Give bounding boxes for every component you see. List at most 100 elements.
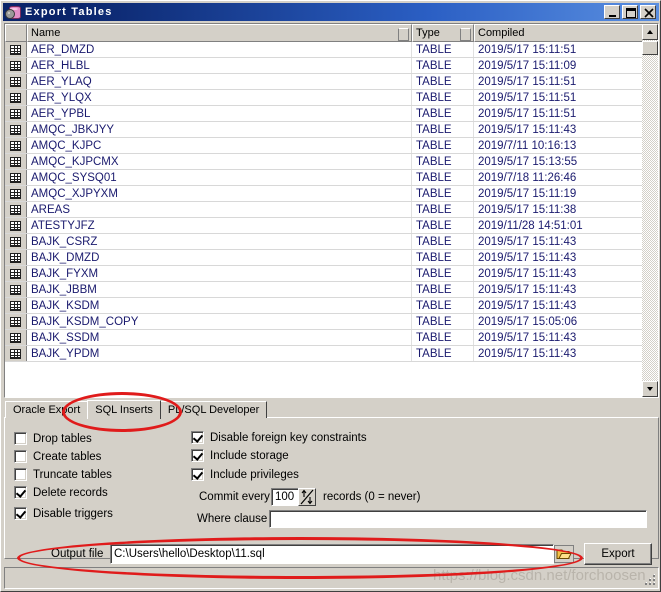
tab-pl-sql-developer[interactable]: PL/SQL Developer: [159, 401, 268, 418]
commit-every-spinner[interactable]: [298, 488, 316, 506]
table-row[interactable]: AER_YLAQ TABLE 2019/5/17 15:11:51: [5, 74, 658, 90]
row-indicator-cell[interactable]: [5, 122, 27, 137]
delete-records-checkbox-box[interactable]: [14, 486, 27, 499]
checkbox-disable-triggers[interactable]: Disable triggers: [14, 507, 113, 520]
row-indicator-cell[interactable]: [5, 138, 27, 153]
column-resize-grip-type[interactable]: [460, 28, 471, 41]
cell-type[interactable]: TABLE: [412, 282, 474, 297]
tables-grid[interactable]: Name Type Compiled AER_DMZD TABLE 2019/5/1…: [4, 23, 659, 398]
scrollbar-thumb[interactable]: [642, 41, 658, 55]
cell-type[interactable]: TABLE: [412, 314, 474, 329]
scroll-down-button[interactable]: [642, 381, 658, 397]
cell-compiled[interactable]: 2019/5/17 15:11:43: [474, 346, 658, 361]
cell-type[interactable]: TABLE: [412, 330, 474, 345]
checkbox-delete-records[interactable]: Delete records: [14, 486, 108, 499]
cell-name[interactable]: ATESTYJFZ: [27, 218, 412, 233]
cell-compiled[interactable]: 2019/5/17 15:11:51: [474, 42, 658, 57]
cell-name[interactable]: AER_DMZD: [27, 42, 412, 57]
cell-type[interactable]: TABLE: [412, 298, 474, 313]
cell-name[interactable]: AMQC_KJPCMX: [27, 154, 412, 169]
cell-compiled[interactable]: 2019/7/18 11:26:46: [474, 170, 658, 185]
row-indicator-cell[interactable]: [5, 346, 27, 361]
table-row[interactable]: AREAS TABLE 2019/5/17 15:11:38: [5, 202, 658, 218]
column-header-indicator[interactable]: [5, 24, 27, 42]
table-row[interactable]: AMQC_KJPC TABLE 2019/7/11 10:16:13: [5, 138, 658, 154]
table-row[interactable]: AMQC_KJPCMX TABLE 2019/5/17 15:13:55: [5, 154, 658, 170]
cell-compiled[interactable]: 2019/5/17 15:05:06: [474, 314, 658, 329]
cell-compiled[interactable]: 2019/5/17 15:11:43: [474, 266, 658, 281]
table-row[interactable]: AMQC_SYSQ01 TABLE 2019/7/18 11:26:46: [5, 170, 658, 186]
cell-type[interactable]: TABLE: [412, 58, 474, 73]
row-indicator-cell[interactable]: [5, 58, 27, 73]
tab-sql-inserts[interactable]: SQL Inserts: [87, 400, 161, 419]
table-row[interactable]: AMQC_JBKJYY TABLE 2019/5/17 15:11:43: [5, 122, 658, 138]
cell-name[interactable]: BAJK_FYXM: [27, 266, 412, 281]
row-indicator-cell[interactable]: [5, 202, 27, 217]
disable-triggers-checkbox-box[interactable]: [14, 507, 27, 520]
checkbox-truncate-tables[interactable]: Truncate tables: [14, 468, 112, 481]
cell-compiled[interactable]: 2019/5/17 15:11:19: [474, 186, 658, 201]
table-row[interactable]: BAJK_FYXM TABLE 2019/5/17 15:11:43: [5, 266, 658, 282]
cell-name[interactable]: AER_YLAQ: [27, 74, 412, 89]
checkbox-disable-foreign-key-constraints[interactable]: Disable foreign key constraints: [191, 431, 367, 444]
column-header-compiled[interactable]: Compiled: [474, 24, 658, 42]
close-button[interactable]: [640, 5, 656, 19]
cell-name[interactable]: BAJK_DMZD: [27, 250, 412, 265]
column-resize-grip-name[interactable]: [398, 28, 409, 41]
cell-type[interactable]: TABLE: [412, 202, 474, 217]
table-row[interactable]: AER_YLQX TABLE 2019/5/17 15:11:51: [5, 90, 658, 106]
table-row[interactable]: BAJK_KSDM TABLE 2019/5/17 15:11:43: [5, 298, 658, 314]
truncate-tables-checkbox-box[interactable]: [14, 468, 27, 481]
create-tables-checkbox-box[interactable]: [14, 450, 27, 463]
row-indicator-cell[interactable]: [5, 90, 27, 105]
scroll-up-button[interactable]: [642, 24, 658, 40]
cell-type[interactable]: TABLE: [412, 90, 474, 105]
row-indicator-cell[interactable]: [5, 170, 27, 185]
output-file-input[interactable]: C:\Users\hello\Desktop\11.sql: [110, 544, 554, 564]
resize-grip-icon[interactable]: [643, 573, 657, 587]
cell-type[interactable]: TABLE: [412, 42, 474, 57]
cell-compiled[interactable]: 2019/5/17 15:11:51: [474, 106, 658, 121]
cell-name[interactable]: BAJK_KSDM: [27, 298, 412, 313]
cell-name[interactable]: BAJK_JBBM: [27, 282, 412, 297]
cell-name[interactable]: BAJK_SSDM: [27, 330, 412, 345]
grid-vertical-scrollbar[interactable]: [642, 24, 658, 397]
cell-type[interactable]: TABLE: [412, 266, 474, 281]
cell-compiled[interactable]: 2019/7/11 10:16:13: [474, 138, 658, 153]
export-button[interactable]: Export: [584, 543, 652, 565]
checkbox-include-privileges[interactable]: Include privileges: [191, 468, 299, 481]
row-indicator-cell[interactable]: [5, 266, 27, 281]
cell-compiled[interactable]: 2019/5/17 15:11:43: [474, 298, 658, 313]
cell-compiled[interactable]: 2019/5/17 15:11:43: [474, 122, 658, 137]
cell-compiled[interactable]: 2019/5/17 15:11:51: [474, 74, 658, 89]
cell-name[interactable]: AER_HLBL: [27, 58, 412, 73]
cell-compiled[interactable]: 2019/5/17 15:11:09: [474, 58, 658, 73]
table-row[interactable]: BAJK_DMZD TABLE 2019/5/17 15:11:43: [5, 250, 658, 266]
row-indicator-cell[interactable]: [5, 314, 27, 329]
table-row[interactable]: AER_HLBL TABLE 2019/5/17 15:11:09: [5, 58, 658, 74]
row-indicator-cell[interactable]: [5, 106, 27, 121]
drop-tables-checkbox-box[interactable]: [14, 432, 27, 445]
open-folder-icon[interactable]: [554, 545, 574, 563]
tab-oracle-export[interactable]: Oracle Export: [5, 401, 89, 418]
table-row[interactable]: AER_YPBL TABLE 2019/5/17 15:11:51: [5, 106, 658, 122]
cell-compiled[interactable]: 2019/5/17 15:11:43: [474, 250, 658, 265]
cell-compiled[interactable]: 2019/5/17 15:11:38: [474, 202, 658, 217]
scrollbar-track[interactable]: [642, 40, 658, 381]
cell-type[interactable]: TABLE: [412, 154, 474, 169]
cell-type[interactable]: TABLE: [412, 106, 474, 121]
cell-compiled[interactable]: 2019/11/28 14:51:01: [474, 218, 658, 233]
include-privileges-checkbox-box[interactable]: [191, 468, 204, 481]
checkbox-drop-tables[interactable]: Drop tables: [14, 432, 92, 445]
cell-type[interactable]: TABLE: [412, 138, 474, 153]
disable-fk-checkbox-box[interactable]: [191, 431, 204, 444]
column-header-name[interactable]: Name: [27, 24, 412, 42]
table-row[interactable]: BAJK_JBBM TABLE 2019/5/17 15:11:43: [5, 282, 658, 298]
cell-compiled[interactable]: 2019/5/17 15:11:51: [474, 90, 658, 105]
row-indicator-cell[interactable]: [5, 42, 27, 57]
table-row[interactable]: AER_DMZD TABLE 2019/5/17 15:11:51: [5, 42, 658, 58]
include-storage-checkbox-box[interactable]: [191, 449, 204, 462]
row-indicator-cell[interactable]: [5, 154, 27, 169]
cell-type[interactable]: TABLE: [412, 250, 474, 265]
cell-type[interactable]: TABLE: [412, 346, 474, 361]
